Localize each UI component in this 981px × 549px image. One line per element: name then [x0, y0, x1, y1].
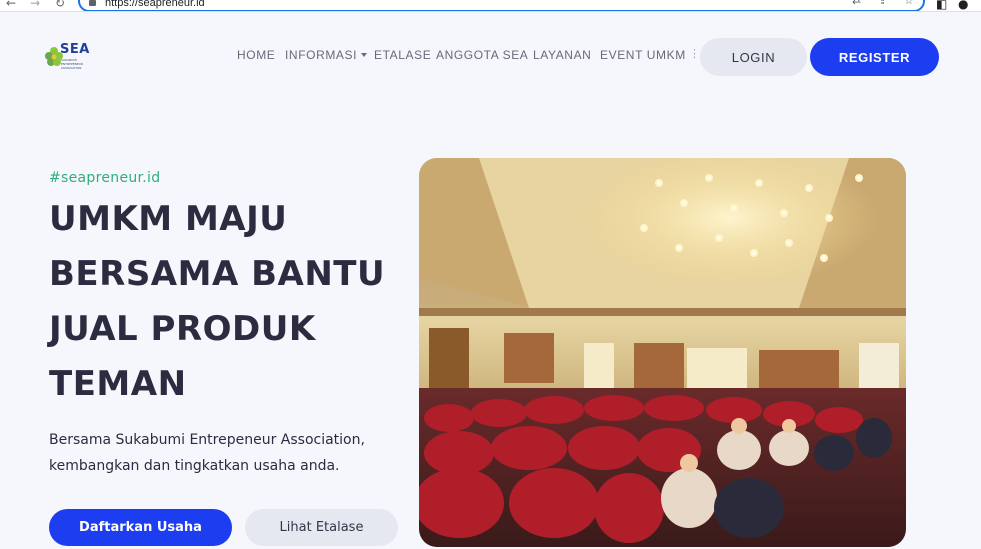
nav-informasi-label: INFORMASI — [285, 48, 358, 62]
lihat-etalase-button[interactable]: Lihat Etalase — [245, 509, 398, 546]
logo-text: SEA — [60, 42, 90, 57]
lock-icon — [89, 0, 96, 6]
nav-informasi[interactable]: INFORMASI — [285, 48, 368, 62]
star-icon[interactable]: ☆ — [904, 0, 914, 7]
share-icon[interactable]: ⇪ — [878, 0, 887, 7]
arrow-left-icon[interactable]: ← — [6, 0, 16, 10]
arrow-right-icon[interactable]: → — [30, 0, 40, 10]
logo-subtext: SUKABUMI ENTREPENEUR ASSOCIATION — [61, 58, 84, 70]
nav-etalase[interactable]: ETALASE — [374, 48, 431, 62]
profile-avatar-icon[interactable]: ● — [958, 0, 968, 11]
browser-toolbar: ← → ↻ https://seapreneur.id ⇄ ⇪ ☆ ◧ ● — [0, 0, 981, 12]
url-text[interactable]: https://seapreneur.id — [105, 0, 205, 9]
register-button[interactable]: REGISTER — [810, 38, 939, 76]
daftarkan-usaha-button[interactable]: Daftarkan Usaha — [49, 509, 232, 546]
nav-anggota-sea[interactable]: ANGGOTA SEA — [436, 48, 528, 62]
event-audience-photo — [419, 158, 906, 547]
nav-home[interactable]: HOME — [237, 48, 275, 62]
site-logo[interactable]: SEA SUKABUMI ENTREPENEUR ASSOCIATION — [45, 42, 101, 72]
description-line: Bersama Sukabumi Entrepeneur Association… — [49, 432, 365, 448]
hero-tag: #seapreneur.id — [49, 170, 161, 186]
headline-line: UMKM MAJU — [49, 199, 288, 239]
description-line: kembangkan dan tingkatkan usaha anda. — [49, 458, 340, 474]
hero-description: Bersama Sukabumi Entrepeneur Association… — [49, 427, 409, 479]
hero-headline: UMKM MAJU BERSAMA BANTU JUAL PRODUK TEMA… — [49, 192, 409, 412]
translate-icon[interactable]: ⇄ — [852, 0, 861, 7]
headline-line: BERSAMA BANTU — [49, 254, 386, 294]
more-vertical-icon[interactable]: ⋮ — [689, 47, 700, 61]
side-panel-icon[interactable]: ◧ — [936, 0, 947, 11]
nav-event-umkm[interactable]: EVENT UMKM — [600, 48, 686, 62]
caret-down-icon — [361, 53, 368, 57]
headline-line: TEMAN — [49, 364, 187, 404]
nav-layanan[interactable]: LAYANAN — [533, 48, 591, 62]
address-bar[interactable]: https://seapreneur.id ⇄ ⇪ ☆ — [78, 0, 925, 11]
login-button[interactable]: LOGIN — [700, 38, 807, 76]
reload-icon[interactable]: ↻ — [55, 0, 65, 10]
headline-line: JUAL PRODUK — [49, 309, 316, 349]
